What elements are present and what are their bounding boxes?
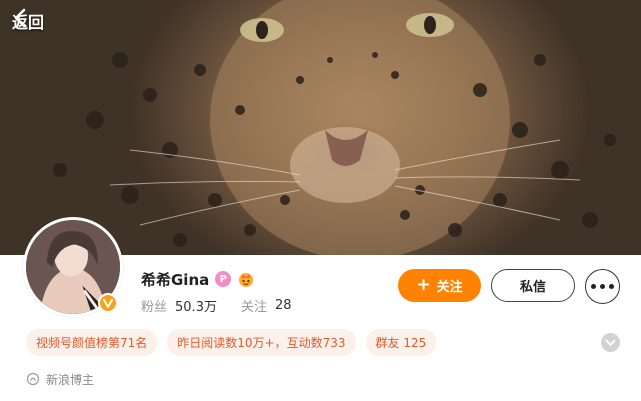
message-label: 私信 [519, 280, 546, 295]
profile-name: 希希Gina [141, 270, 210, 289]
following-label: 关注 [240, 299, 267, 315]
expand-button[interactable] [601, 333, 620, 352]
member-icon[interactable]: P [215, 271, 232, 287]
more-button[interactable] [585, 269, 620, 304]
tag-ranking[interactable]: 视频号颜值榜第71名 [26, 329, 158, 356]
message-button[interactable]: 私信 [491, 269, 575, 302]
chevron-down-icon [605, 339, 616, 346]
followers-label: 粉丝 [141, 299, 168, 315]
tag-group-friends[interactable]: 群友 125 [365, 329, 437, 356]
tag-reads[interactable]: 昨日阅读数10万+，互动数733 [167, 329, 356, 356]
blog-label: 新浪博主 [46, 372, 95, 387]
more-icon-dot [609, 284, 614, 289]
back-button[interactable]: 返回 [12, 8, 44, 34]
name-row: 希希Gina P [141, 268, 255, 290]
tag-list: 视频号颜值榜第71名 昨日阅读数10万+，互动数733 群友 125 [26, 329, 437, 356]
follow-button[interactable]: + 关注 [398, 269, 481, 302]
crown-icon[interactable] [237, 270, 255, 288]
followers-count[interactable]: 50.3万 [175, 296, 217, 315]
plus-icon: + [416, 275, 431, 295]
following-count[interactable]: 28 [275, 298, 292, 313]
blog-icon [26, 372, 40, 386]
chevron-left-icon [14, 8, 26, 28]
more-icon-dot [600, 284, 605, 289]
stats-row: 粉丝 50.3万 关注 28 [141, 295, 316, 315]
follow-label: 关注 [436, 280, 463, 295]
cover-image [53, 0, 616, 255]
more-icon [591, 284, 596, 289]
verified-icon [98, 293, 118, 313]
cover-banner: 返回 [0, 0, 641, 255]
blog-info: 新浪博主 [26, 370, 94, 388]
